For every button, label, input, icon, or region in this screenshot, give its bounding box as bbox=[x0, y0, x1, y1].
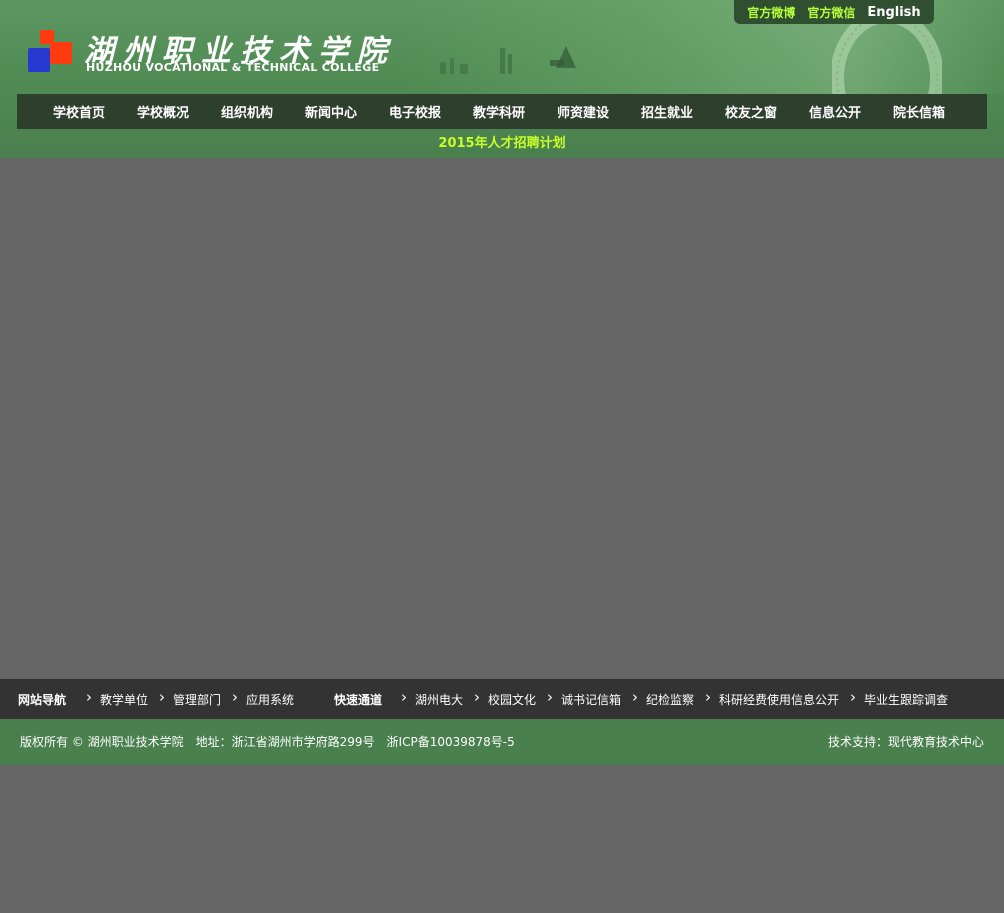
ring-building-image bbox=[832, 18, 942, 102]
nav-item-admissions[interactable]: 招生就业 bbox=[625, 102, 709, 121]
tech-support-text: 技术支持：现代教育技术中心 bbox=[827, 735, 984, 749]
weibo-link[interactable]: 官方微博 bbox=[747, 4, 795, 21]
wechat-link[interactable]: 官方微信 bbox=[807, 4, 855, 21]
nav-item-e-newspaper[interactable]: 电子校报 bbox=[373, 102, 457, 121]
city-skyline-image bbox=[440, 46, 576, 74]
footer-link-app-systems[interactable]: 应用系统 bbox=[232, 688, 294, 708]
footer-link-discipline-inspection[interactable]: 纪检监察 bbox=[632, 688, 694, 708]
nav-item-alumni[interactable]: 校友之窗 bbox=[709, 102, 793, 121]
footer-nav: 网站导航 教学单位 管理部门 应用系统 快速通道 湖州电大 校园文化 诚书记信箱… bbox=[0, 679, 1004, 719]
nav-item-president-mailbox[interactable]: 院长信箱 bbox=[877, 102, 961, 121]
footer-link-research-funds[interactable]: 科研经费使用信息公开 bbox=[705, 688, 839, 708]
footer-link-huzhou-tvu[interactable]: 湖州电大 bbox=[401, 688, 463, 708]
nav-item-faculty[interactable]: 师资建设 bbox=[541, 102, 625, 121]
footer-link-secretary-mailbox[interactable]: 诚书记信箱 bbox=[547, 688, 621, 708]
footer-link-graduate-survey[interactable]: 毕业生跟踪调查 bbox=[850, 688, 948, 708]
footer-link-campus-culture[interactable]: 校园文化 bbox=[474, 688, 536, 708]
nav-item-news[interactable]: 新闻中心 bbox=[289, 102, 373, 121]
main-nav: 学校首页 学校概况 组织机构 新闻中心 电子校报 教学科研 师资建设 招生就业 … bbox=[17, 94, 987, 129]
nav-item-overview[interactable]: 学校概况 bbox=[121, 102, 205, 121]
copyright-text: 版权所有 © 湖州职业技术学院 地址：浙江省湖州市学府路299号 浙ICP备10… bbox=[20, 735, 515, 749]
college-logo-icon bbox=[28, 30, 72, 72]
footer-link-admin-departments[interactable]: 管理部门 bbox=[159, 688, 221, 708]
english-link[interactable]: English bbox=[867, 5, 920, 20]
top-links: 官方微博 官方微信 English bbox=[734, 0, 934, 24]
nav-item-organization[interactable]: 组织机构 bbox=[205, 102, 289, 121]
nav-item-home[interactable]: 学校首页 bbox=[37, 102, 121, 121]
nav-item-research[interactable]: 教学科研 bbox=[457, 102, 541, 121]
footer-link-teaching-units[interactable]: 教学单位 bbox=[86, 688, 148, 708]
quick-access-title: 快速通道 bbox=[334, 693, 383, 707]
recruitment-notice-link[interactable]: 2015年人才招聘计划 bbox=[0, 132, 1004, 156]
college-name-english: HUZHOU VOCATIONAL & TECHNICAL COLLEGE bbox=[86, 61, 380, 74]
site-nav-title: 网站导航 bbox=[18, 693, 67, 707]
site-header: 湖州职业技术学院 HUZHOU VOCATIONAL & TECHNICAL C… bbox=[0, 0, 1004, 158]
nav-item-info-disclosure[interactable]: 信息公开 bbox=[793, 102, 877, 121]
copyright-bar: 版权所有 © 湖州职业技术学院 地址：浙江省湖州市学府路299号 浙ICP备10… bbox=[0, 719, 1004, 765]
